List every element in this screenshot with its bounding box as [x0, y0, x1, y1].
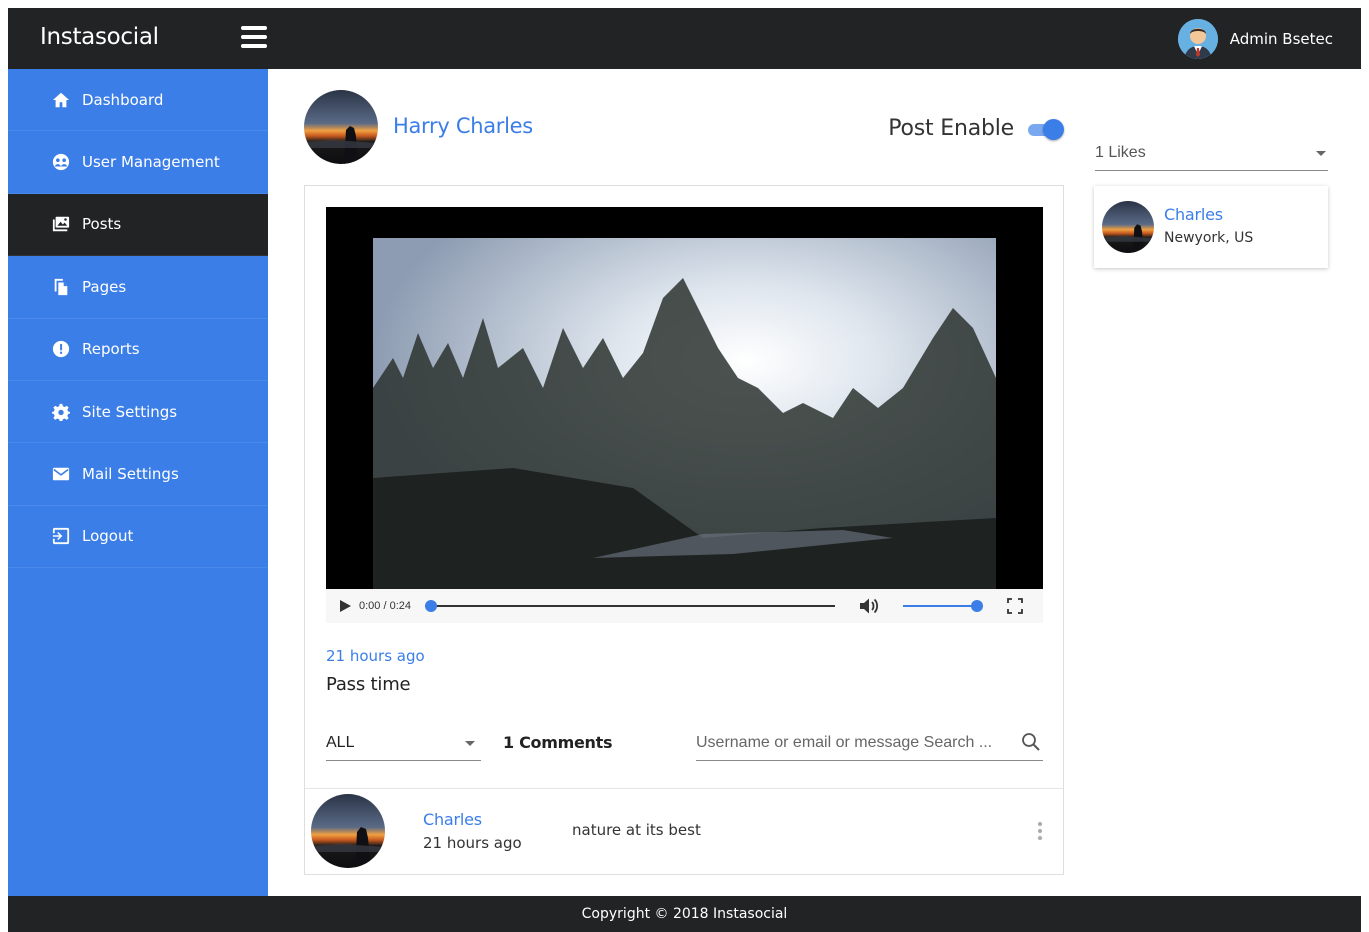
sidebar-item-mail-settings[interactable]: Mail Settings [8, 443, 268, 506]
comment-time: 21 hours ago [423, 834, 522, 852]
comment-filter-value: ALL [326, 734, 355, 751]
video-time: 0:00 / 0:24 [359, 600, 411, 612]
comment-author-name[interactable]: Charles [423, 810, 482, 829]
sidebar-item-label: Site Settings [82, 402, 178, 421]
sidebar-item-dashboard[interactable]: Dashboard [8, 69, 268, 132]
video-seek-bar[interactable] [425, 599, 835, 613]
comment-author-avatar[interactable] [311, 794, 385, 868]
post-time: 21 hours ago [326, 647, 425, 665]
volume-icon[interactable] [859, 597, 879, 615]
mail-icon [50, 464, 72, 484]
gear-icon [50, 402, 72, 422]
liker-name[interactable]: Charles [1164, 205, 1223, 224]
chevron-down-icon [1316, 151, 1326, 156]
liker-avatar[interactable] [1102, 201, 1154, 253]
seek-handle[interactable] [425, 600, 437, 612]
users-icon [50, 152, 72, 172]
alert-icon [50, 339, 72, 359]
video-frame[interactable] [373, 238, 996, 589]
post-author-name[interactable]: Harry Charles [393, 114, 533, 138]
menu-toggle-icon[interactable] [241, 26, 267, 48]
admin-name[interactable]: Admin Bsetec [1230, 30, 1333, 48]
likes-select-value: 1 Likes [1095, 144, 1146, 161]
sidebar-item-site-settings[interactable]: Site Settings [8, 381, 268, 444]
brand-logo[interactable]: Instasocial [40, 24, 159, 50]
sidebar-item-label: Dashboard [82, 90, 164, 109]
fullscreen-icon[interactable] [1007, 598, 1023, 614]
sidebar-item-label: Posts [82, 215, 122, 234]
sidebar-item-posts[interactable]: Posts [8, 193, 268, 257]
post-enable-control: Post Enable [888, 116, 1064, 141]
comment-filter-select[interactable]: ALL [326, 726, 481, 761]
admin-avatar[interactable] [1177, 19, 1218, 59]
sidebar-item-label: User Management [82, 153, 220, 172]
sidebar-item-label: Pages [82, 277, 127, 296]
video-player[interactable]: 0:00 / 0:24 [326, 207, 1043, 623]
sidebar-item-label: Logout [82, 527, 134, 546]
post-enable-toggle[interactable] [1026, 118, 1064, 140]
liker-card[interactable]: Charles Newyork, US [1094, 186, 1328, 268]
footer: Copyright © 2018 Instasocial [8, 896, 1361, 932]
play-icon[interactable] [338, 599, 352, 613]
volume-handle[interactable] [971, 600, 983, 612]
sidebar: Dashboard User Management Posts Pages Re… [8, 69, 268, 896]
comment-divider [305, 788, 1063, 789]
home-icon [50, 90, 72, 110]
main-content: Harry Charles Post Enable 0:00 / 0:24 21… [268, 69, 1361, 896]
likes-select[interactable]: 1 Likes [1095, 139, 1328, 171]
more-options-icon[interactable] [1035, 822, 1045, 842]
user-menu[interactable]: Admin Bsetec [1177, 18, 1333, 60]
footer-copyright: Copyright © 2018 Instasocial [581, 906, 788, 922]
sidebar-item-user-management[interactable]: User Management [8, 131, 268, 194]
comment-text: nature at its best [572, 821, 701, 839]
sidebar-item-pages[interactable]: Pages [8, 256, 268, 319]
sidebar-item-logout[interactable]: Logout [8, 506, 268, 569]
pages-icon [50, 277, 72, 297]
post-header: Harry Charles Post Enable [304, 90, 1064, 164]
volume-slider[interactable] [903, 599, 983, 613]
image-gallery-icon [50, 214, 72, 234]
post-author-avatar[interactable] [304, 90, 378, 164]
sidebar-item-label: Reports [82, 340, 140, 359]
liker-location: Newyork, US [1164, 230, 1254, 246]
post-enable-label: Post Enable [888, 116, 1014, 141]
chevron-down-icon [465, 741, 475, 746]
sidebar-item-reports[interactable]: Reports [8, 319, 268, 381]
comment-search-input[interactable] [696, 732, 1006, 754]
sidebar-item-label: Mail Settings [82, 465, 179, 484]
comment-search-field [696, 726, 1043, 761]
top-bar: Instasocial Admin Bsetec [8, 8, 1361, 69]
logout-icon [50, 526, 72, 546]
post-card: 0:00 / 0:24 21 hours ago Pass time ALL 1… [304, 185, 1064, 875]
video-controls: 0:00 / 0:24 [326, 589, 1043, 623]
comments-count: 1 Comments [503, 733, 613, 752]
post-caption: Pass time [326, 674, 411, 695]
search-icon[interactable] [1021, 732, 1041, 752]
